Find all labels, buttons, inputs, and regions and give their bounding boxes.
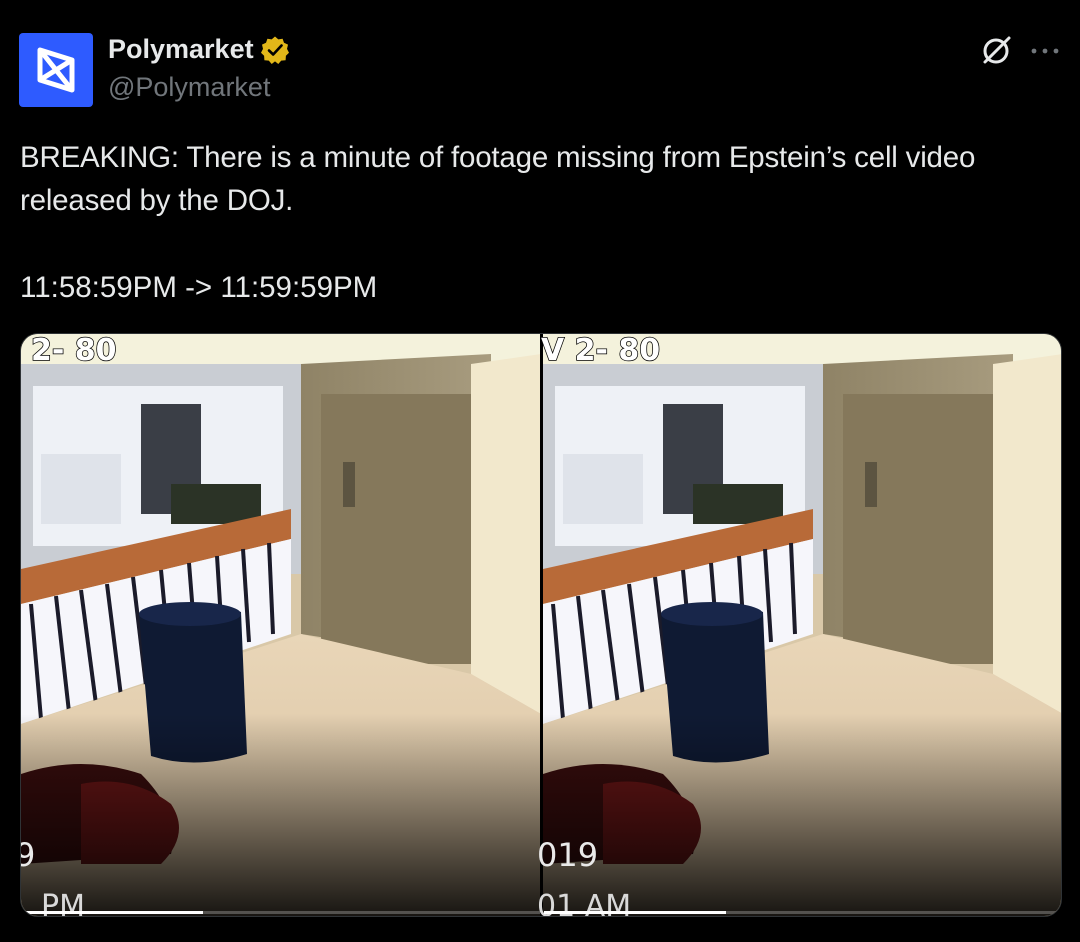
- tweet-text-line: BREAKING: There is a minute of footage m…: [20, 141, 976, 217]
- author-handle[interactable]: @Polymarket: [108, 72, 270, 103]
- avatar[interactable]: [19, 33, 93, 107]
- author-name-row: Polymarket: [108, 34, 290, 65]
- cctv-footage-frames: 2- 80 9 PM V 2- 80 019 01 AM: [21, 334, 1061, 916]
- left-frame-overlay-top: 2- 80: [31, 334, 117, 368]
- tweet-text: BREAKING: There is a minute of footage m…: [20, 136, 1070, 222]
- left-frame-overlay-mid: 9: [21, 836, 35, 874]
- video-progress-right-fill: [544, 911, 726, 914]
- more-button[interactable]: [1028, 34, 1062, 68]
- left-frame: 2- 80 9 PM: [21, 334, 543, 916]
- tweet-timestamp-range: 11:58:59PM -> 11:59:59PM: [20, 271, 378, 304]
- polymarket-logo-icon: [37, 47, 75, 93]
- author-display-name[interactable]: Polymarket: [108, 34, 254, 65]
- video-progress-left-fill: [21, 911, 203, 914]
- right-frame-overlay-top: V 2- 80: [541, 334, 660, 368]
- video-progress-right[interactable]: [544, 911, 1061, 914]
- grok-icon: [983, 36, 1011, 64]
- verified-badge-icon: [260, 35, 290, 65]
- right-frame-overlay-mid: 019: [537, 836, 598, 874]
- grok-button[interactable]: [980, 33, 1014, 67]
- media-attachment[interactable]: 2- 80 9 PM V 2- 80 019 01 AM: [20, 333, 1062, 917]
- video-progress-left[interactable]: [21, 911, 540, 914]
- right-frame: V 2- 80 019 01 AM: [537, 334, 1061, 916]
- more-icon: [1031, 48, 1059, 54]
